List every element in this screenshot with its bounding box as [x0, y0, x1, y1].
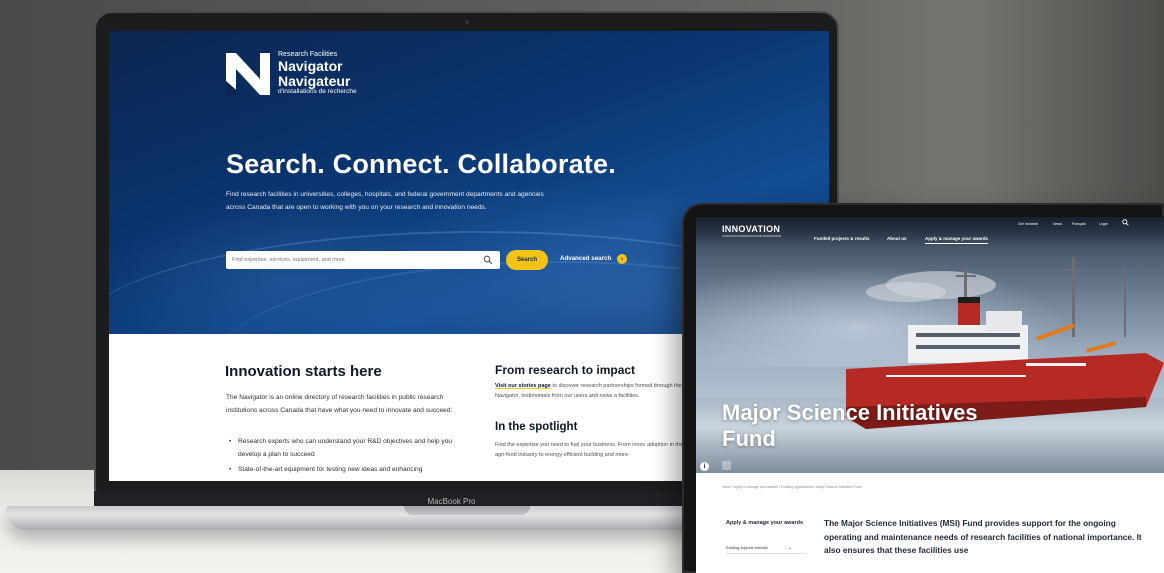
search-icon[interactable]	[1122, 219, 1129, 226]
logo-title-en: Navigator	[278, 58, 343, 74]
chevron-down-icon[interactable]: ⌄	[788, 545, 792, 551]
impact-description: Visit our stories page to discover resea…	[495, 382, 695, 401]
info-icon[interactable]: i	[700, 462, 709, 471]
logo-subtitle: CANADA FOUNDATION FOR INNOVATION	[722, 234, 782, 238]
page-title: Major Science Initiatives Fund	[722, 400, 978, 451]
breadcrumb[interactable]: Home / Apply & manage your awards / Fund…	[722, 485, 861, 489]
impact-heading: From research to impact	[495, 363, 636, 377]
laptop-model-label: MacBook Pro	[427, 497, 476, 506]
hero-title: Search. Connect. Collaborate.	[226, 149, 616, 179]
laptop-camera	[465, 20, 469, 24]
innovation-bullet-list: Research experts who can understand your…	[226, 435, 466, 478]
util-login[interactable]: Login	[1099, 222, 1108, 226]
innovation-logo[interactable]: INNOVATION	[722, 224, 780, 234]
util-get-involved[interactable]: Get Involved	[1018, 222, 1038, 226]
pause-icon[interactable]	[722, 461, 731, 470]
search-bar	[226, 251, 500, 269]
nav-funded-projects[interactable]: Funded projects & results	[814, 236, 870, 241]
nav-about-us[interactable]: About us	[887, 236, 907, 241]
navigator-logo[interactable]: Research Facilities Navigator Navigateur…	[226, 51, 376, 99]
sidebar-item-apply-manage[interactable]: Apply & manage your awards	[726, 520, 806, 527]
util-language[interactable]: Français	[1072, 222, 1086, 226]
tablet-screen: INNOVATION CANADA FOUNDATION FOR INNOVAT…	[696, 217, 1164, 573]
arrow-right-icon[interactable]: ›	[617, 254, 627, 264]
search-button[interactable]: Search	[506, 250, 548, 270]
innovation-description: The Navigator is an online directory of …	[226, 394, 453, 414]
nav-apply-manage[interactable]: Apply & manage your awards	[925, 236, 989, 244]
search-icon[interactable]	[483, 255, 493, 265]
search-input[interactable]	[232, 251, 472, 269]
list-item: Research experts who can understand your…	[226, 435, 466, 461]
sidebar-item-existing-support[interactable]: Existing support vehicles	[726, 546, 806, 554]
logo-subtitle-fr: d'installations de recherche	[278, 88, 357, 95]
innovation-heading: Innovation starts here	[225, 363, 382, 380]
navigator-n-icon	[226, 53, 270, 95]
spotlight-description: Find the expertise you need to fuel your…	[495, 442, 684, 458]
logo-subtitle: Research Facilities	[278, 51, 338, 58]
stories-page-link[interactable]: Visit our stories page	[495, 383, 551, 389]
util-news[interactable]: News	[1053, 222, 1062, 226]
spotlight-heading: In the spotlight	[495, 421, 578, 433]
laptop-open-notch	[404, 506, 530, 515]
list-item: State-of-the-art equipment for testing n…	[226, 463, 466, 476]
intro-paragraph: The Major Science Initiatives (MSI) Fund…	[824, 518, 1142, 555]
advanced-search-link[interactable]: Advanced search	[560, 255, 611, 262]
hero-description: Find research facilities in universities…	[226, 191, 544, 211]
logo-title-fr: Navigateur	[278, 73, 351, 89]
